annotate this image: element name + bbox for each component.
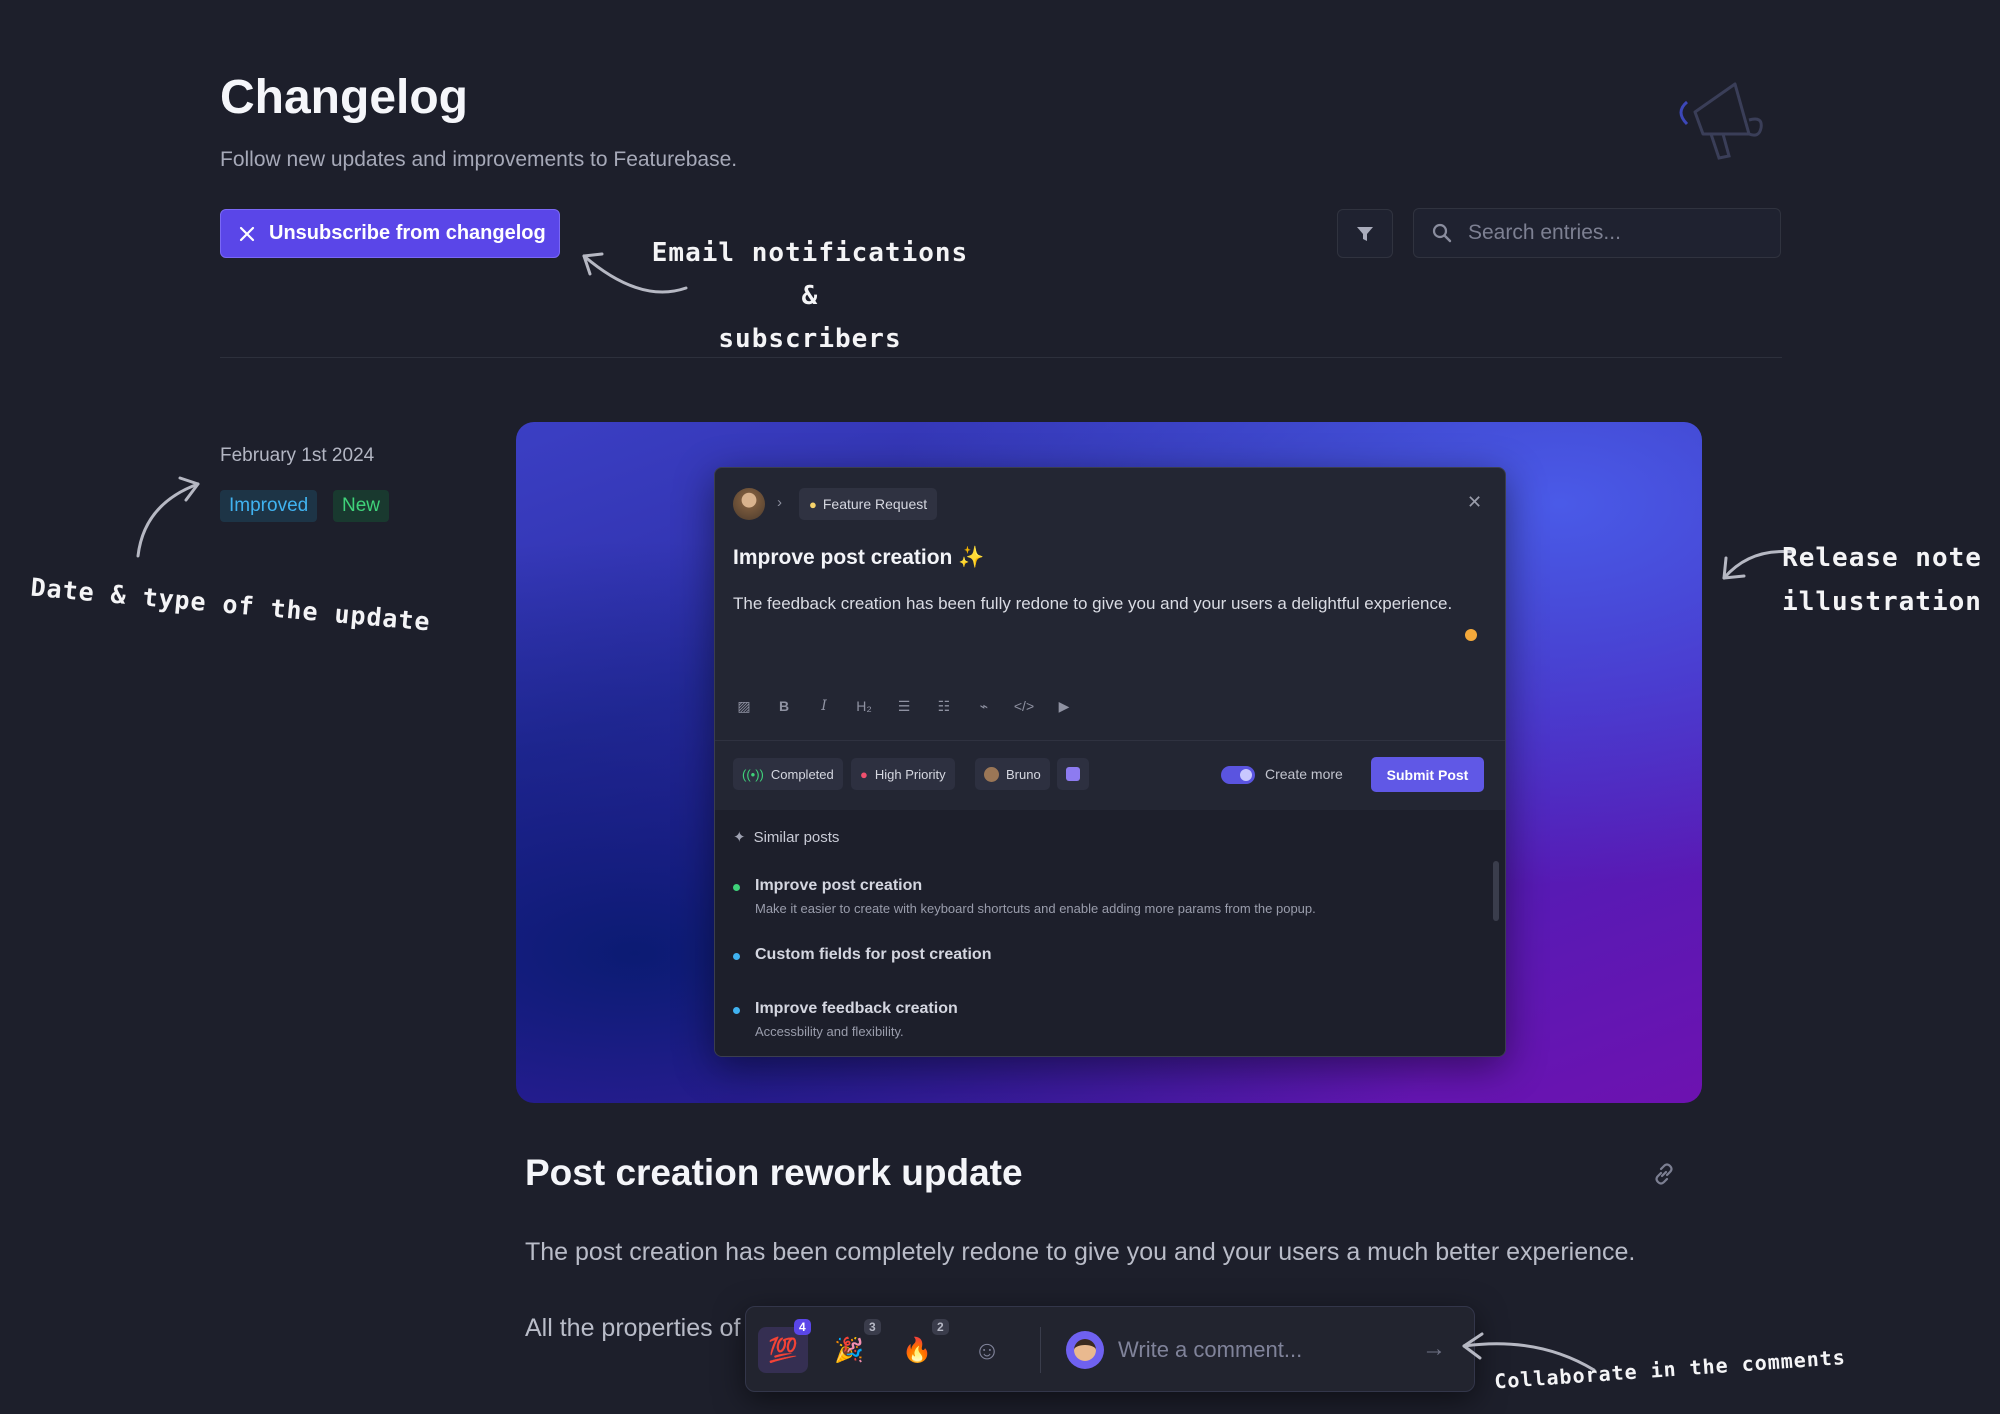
link-icon: ⌁ <box>979 698 989 714</box>
avatar <box>733 488 765 520</box>
unsubscribe-label: Unsubscribe from changelog <box>269 222 546 244</box>
tag-new: New <box>333 490 390 522</box>
fire-icon: 🔥 <box>902 1336 932 1364</box>
status-dot <box>733 1007 740 1014</box>
entry-paragraph: The post creation has been completely re… <box>525 1238 1636 1266</box>
assignee-label: Bruno <box>1006 766 1041 782</box>
add-reaction-button[interactable]: ☺ <box>962 1327 1012 1373</box>
comment-bar: 💯 4 🎉 3 🔥 2 ☺ → <box>745 1306 1475 1392</box>
scrollbar <box>1493 861 1499 921</box>
broadcast-icon: ((•)) <box>742 766 764 782</box>
calendar-icon <box>1066 767 1080 781</box>
post-body: The feedback creation has been fully red… <box>733 594 1453 613</box>
search-input[interactable] <box>1468 221 1758 245</box>
similar-posts-panel <box>715 810 1505 1056</box>
priority-dot-icon: ● <box>860 766 868 782</box>
megaphone-icon <box>1679 82 1763 160</box>
sparkle-icon: ✦ <box>733 829 746 846</box>
post-title: Improve post creation ✨ <box>733 546 985 569</box>
annotation-illustration: Release note illustration <box>1782 543 1982 617</box>
comment-input[interactable] <box>1118 1331 1398 1369</box>
lightbulb-icon: ● <box>809 496 817 512</box>
annotation-date-type: Date & type of the update <box>29 572 432 637</box>
priority-label: High Priority <box>874 766 946 782</box>
comment-bar-divider <box>1040 1327 1041 1373</box>
search-icon <box>1432 223 1452 243</box>
party-icon: 🎉 <box>834 1336 864 1364</box>
similar-posts-label: Similar posts <box>753 828 840 846</box>
similar-post-desc: Make it easier to create with keyboard s… <box>755 901 1316 916</box>
tag-improved: Improved <box>220 490 318 522</box>
release-illustration: › ● Feature Request ✕ Improve post creat… <box>516 422 1702 1103</box>
filter-icon <box>1357 226 1373 241</box>
add-emoji-icon: ☺ <box>973 1334 1001 1365</box>
create-more-toggle <box>1221 766 1255 784</box>
submit-post-button: Submit Post <box>1371 757 1484 792</box>
annotation-arrow-date <box>136 476 200 558</box>
unsubscribe-button[interactable]: Unsubscribe from changelog <box>220 209 560 258</box>
similar-post-title: Improve post creation <box>755 877 923 894</box>
close-icon: ✕ <box>1467 492 1483 512</box>
entry-date: February 1st 2024 <box>220 445 375 466</box>
similar-post-title: Custom fields for post creation <box>755 946 992 963</box>
memoji-icon <box>1074 1339 1096 1361</box>
status-chip: ((•)) Completed <box>733 758 843 790</box>
link-icon[interactable] <box>1652 1162 1676 1186</box>
post-modal: › ● Feature Request ✕ Improve post creat… <box>714 467 1506 1057</box>
search-box[interactable] <box>1413 208 1781 258</box>
numbered-list-icon: ☷ <box>937 698 951 714</box>
modal-divider <box>715 740 1505 741</box>
assignee-chip: Bruno <box>975 758 1050 790</box>
post-type-label: Feature Request <box>822 496 928 512</box>
avatar <box>1066 1331 1104 1369</box>
code-icon: </> <box>1013 698 1035 714</box>
video-icon: ▶ <box>1058 698 1070 714</box>
similar-post-desc: Accessbility and flexibility. <box>755 1024 904 1039</box>
chevron-right-icon: › <box>777 494 782 511</box>
filter-button[interactable] <box>1337 209 1393 258</box>
post-type-chip: ● Feature Request <box>799 488 938 520</box>
create-more-label: Create more <box>1265 766 1343 782</box>
heading-icon: H₂ <box>856 698 872 714</box>
send-arrow-icon[interactable]: → <box>1422 1335 1446 1363</box>
reaction-count: 2 <box>932 1319 949 1335</box>
italic-icon: I <box>821 698 827 714</box>
calendar-chip <box>1057 758 1089 790</box>
annotation-email: Email notifications & subscribers <box>651 238 969 354</box>
priority-chip: ● High Priority <box>851 758 955 790</box>
page-title: Changelog <box>220 71 468 124</box>
bold-icon: B <box>778 698 790 714</box>
reaction-count: 3 <box>864 1319 881 1335</box>
hundred-icon: 💯 <box>768 1336 798 1364</box>
avatar <box>984 766 999 782</box>
editor-toolbar: ▨ B I H₂ ☰ ☷ ⌁ </> ▶ <box>733 698 1075 715</box>
similar-post-title: Improve feedback creation <box>755 1000 958 1017</box>
reaction-count: 4 <box>794 1319 811 1335</box>
status-label: Completed <box>770 766 834 782</box>
status-dot <box>1465 629 1477 641</box>
image-icon: ▨ <box>737 698 751 714</box>
status-dot <box>733 884 740 891</box>
close-icon <box>239 226 255 241</box>
header-divider <box>220 357 1782 358</box>
entry-title: Post creation rework update <box>525 1152 1023 1193</box>
bullet-list-icon: ☰ <box>897 698 911 714</box>
similar-posts-title: ✦ Similar posts <box>733 828 840 847</box>
page-subtitle: Follow new updates and improvements to F… <box>220 148 738 171</box>
status-dot <box>733 953 740 960</box>
